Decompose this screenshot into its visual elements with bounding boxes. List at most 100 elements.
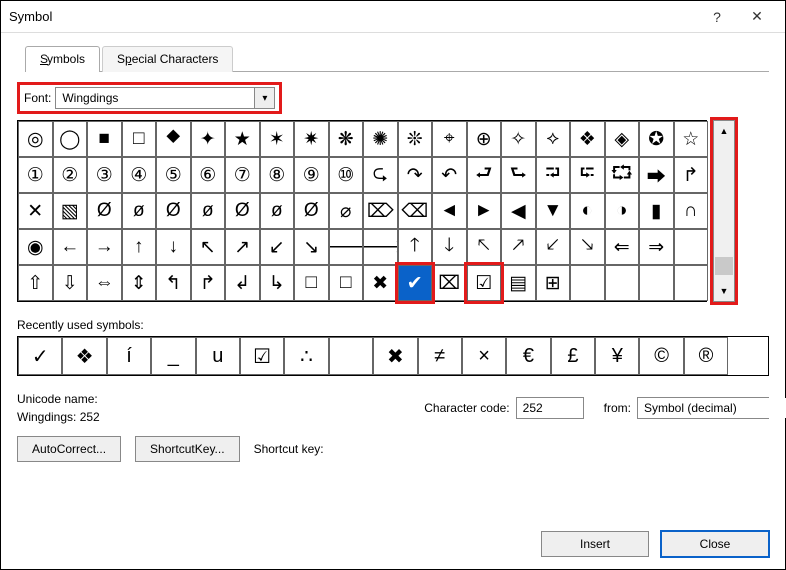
symbol-cell[interactable]: ø [260,193,295,229]
symbol-cell[interactable]: 🡒 [363,229,398,265]
symbol-cell[interactable]: Ø [156,193,191,229]
symbol-cell[interactable]: Ø [225,193,260,229]
symbol-cell[interactable]: 🡗 [536,229,571,265]
symbol-cell[interactable]: ▼ [536,193,571,229]
symbol-cell[interactable]: ⮕ [639,157,674,193]
scroll-thumb[interactable] [715,257,733,275]
symbol-cell[interactable]: □ [329,265,364,301]
recent-symbol-cell[interactable]: ∴ [284,337,328,375]
symbol-cell[interactable]: ← [53,229,88,265]
symbol-cell[interactable]: 🡓 [432,229,467,265]
symbol-cell[interactable]: ① [18,157,53,193]
symbol-cell[interactable]: 🡖 [570,229,605,265]
symbol-cell[interactable]: ✦ [191,121,226,157]
symbol-cell[interactable]: ↲ [225,265,260,301]
symbol-cell[interactable]: ↖ [191,229,226,265]
symbol-cell[interactable]: ⑨ [294,157,329,193]
symbol-cell[interactable]: ◈ [605,121,640,157]
symbol-cell[interactable]: ↱ [674,157,709,193]
symbol-cell[interactable]: ⇐ [605,229,640,265]
symbol-cell[interactable]: 🡐 [329,229,364,265]
symbol-cell[interactable]: ↙ [260,229,295,265]
font-combo[interactable]: ▾ [55,87,275,109]
symbol-cell[interactable]: 🡑 [398,229,433,265]
symbol-cell[interactable]: ⑤ [156,157,191,193]
symbol-cell[interactable]: 🡔 [467,229,502,265]
symbol-cell[interactable]: ↘ [294,229,329,265]
recent-symbol-cell[interactable]: ✖ [373,337,417,375]
symbol-cell[interactable]: ⇩ [53,265,88,301]
symbol-cell[interactable]: ↓ [156,229,191,265]
symbol-cell[interactable]: ⮎ [363,157,398,193]
symbol-cell[interactable]: Ø [87,193,122,229]
symbol-cell[interactable]: ⇧ [18,265,53,301]
symbol-cell[interactable]: ④ [122,157,157,193]
symbol-cell[interactable]: ⮓ [570,157,605,193]
symbol-cell[interactable]: ⮔ [605,157,640,193]
symbol-cell[interactable] [570,265,605,301]
close-button[interactable]: Close [661,531,769,557]
symbol-cell[interactable]: ⊞ [536,265,571,301]
symbol-cell[interactable]: ⌫ [398,193,433,229]
symbol-cell[interactable]: ✖ [363,265,398,301]
symbol-cell[interactable]: ☆ [674,121,709,157]
symbol-cell[interactable]: ⑩ [329,157,364,193]
symbol-cell[interactable]: ⮐ [467,157,502,193]
symbol-cell[interactable]: ✪ [639,121,674,157]
symbol-cell[interactable]: ★ [225,121,260,157]
symbol-cell[interactable]: ◐ [570,193,605,229]
symbol-cell[interactable]: ↗ [225,229,260,265]
symbol-cell[interactable] [605,265,640,301]
symbol-cell[interactable]: ↱ [191,265,226,301]
symbol-cell[interactable]: ↶ [432,157,467,193]
symbol-cell[interactable]: Ø [294,193,329,229]
symbol-cell[interactable]: ◄ [432,193,467,229]
help-icon[interactable]: ? [697,9,737,25]
symbol-cell[interactable]: ⇔ [87,265,122,301]
symbol-cell[interactable]: ⑥ [191,157,226,193]
symbol-cell[interactable]: ▤ [501,265,536,301]
scrollbar[interactable]: ▲ ▼ [713,120,735,302]
symbol-cell[interactable]: ⯁ [156,121,191,157]
recent-symbol-cell[interactable]: u [196,337,240,375]
recent-symbol-cell[interactable]: ® [684,337,728,375]
symbol-cell[interactable]: ⌀ [329,193,364,229]
symbol-cell[interactable] [674,229,709,265]
tab-symbols[interactable]: Symbols [25,46,100,72]
recent-symbol-cell[interactable] [329,337,373,375]
from-combo[interactable]: ▾ [637,397,769,419]
symbol-cell[interactable]: ↰ [156,265,191,301]
recent-symbol-cell[interactable]: © [639,337,683,375]
autocorrect-button[interactable]: AutoCorrect... [17,436,121,462]
symbol-cell[interactable]: ↳ [260,265,295,301]
symbol-cell[interactable]: ◯ [53,121,88,157]
symbol-cell[interactable]: 🡕 [501,229,536,265]
close-icon[interactable]: ✕ [737,8,777,25]
scroll-up-icon[interactable]: ▲ [714,121,734,141]
recent-symbol-cell[interactable]: ✓ [18,337,62,375]
symbol-cell[interactable]: ø [122,193,157,229]
symbol-cell[interactable]: ③ [87,157,122,193]
from-input[interactable] [638,398,786,418]
symbol-cell[interactable]: □ [122,121,157,157]
symbol-cell[interactable]: ■ [87,121,122,157]
symbol-cell[interactable]: ⇒ [639,229,674,265]
symbol-cell[interactable]: → [87,229,122,265]
recent-symbol-cell[interactable]: × [462,337,506,375]
symbol-cell[interactable]: ⮒ [536,157,571,193]
symbol-cell[interactable]: ✺ [363,121,398,157]
font-input[interactable] [56,88,254,108]
symbol-cell[interactable]: ✕ [18,193,53,229]
symbol-cell[interactable] [674,265,709,301]
symbol-cell[interactable]: ø [191,193,226,229]
symbol-cell[interactable]: ⌖ [432,121,467,157]
symbol-cell[interactable]: ► [467,193,502,229]
symbol-cell[interactable]: ◀ [501,193,536,229]
shortcut-key-button[interactable]: Shortcut Key... [135,436,240,462]
symbol-cell[interactable]: ✶ [260,121,295,157]
symbol-cell[interactable]: ⌦ [363,193,398,229]
symbol-cell[interactable]: ✔ [398,265,433,301]
recent-symbol-cell[interactable]: € [506,337,550,375]
symbol-cell[interactable]: □ [294,265,329,301]
symbol-cell[interactable]: ▧ [53,193,88,229]
